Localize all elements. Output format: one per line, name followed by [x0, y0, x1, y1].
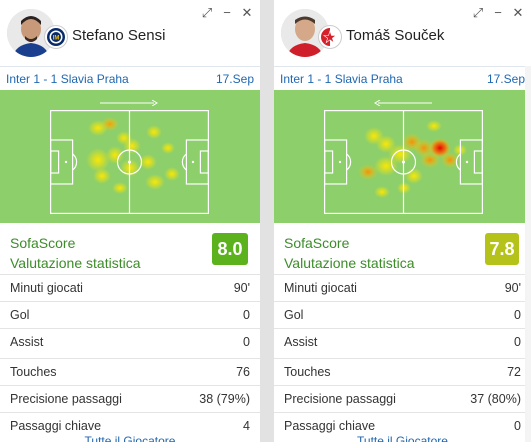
right-arrow-icon — [100, 100, 158, 106]
rating-title: SofaScore Valutazione statistica — [10, 233, 140, 273]
rating-subtitle: Valutazione statistica — [10, 255, 141, 271]
pitch-icon — [50, 110, 209, 214]
match-date: 17.Sep — [486, 71, 525, 86]
slavia-logo-icon — [318, 25, 342, 49]
heatmap — [274, 90, 531, 223]
stat-label: Minuti giocati — [284, 281, 357, 295]
player-name: Tomáš Souček — [346, 27, 445, 44]
scrollbar[interactable] — [525, 66, 531, 442]
close-icon[interactable]: ✕ — [241, 6, 253, 20]
card-header: Tomáš Souček ⤢ − ✕ — [274, 0, 531, 66]
left-arrow-icon — [374, 100, 432, 106]
stat-label: Passaggi chiave — [284, 419, 376, 433]
panel-gap — [260, 0, 274, 442]
stat-label: Assist — [284, 335, 318, 349]
svg-text:IM: IM — [53, 36, 60, 42]
stat-label: Assist — [10, 335, 44, 349]
rating-title: SofaScore Valutazione statistica — [284, 233, 414, 273]
sofascore-label: SofaScore — [10, 235, 76, 251]
match-link[interactable]: Inter 1 - 1 Slavia Praha 17.Sep — [0, 66, 260, 90]
stats-list: Minuti giocati 90' Gol 0 Assist 0 Touche… — [0, 274, 260, 439]
player-name: Stefano Sensi — [72, 27, 166, 44]
stat-row: Gol 0 — [0, 301, 260, 328]
minimize-icon[interactable]: − — [221, 6, 233, 20]
stat-row: Minuti giocati 90' — [274, 274, 531, 301]
stat-label: Touches — [10, 365, 57, 379]
stat-label: Passaggi chiave — [10, 419, 102, 433]
stat-label: Precisione passaggi — [10, 392, 122, 406]
window-controls: ⤢ − ✕ — [472, 6, 524, 20]
stat-row: Assist 0 — [0, 328, 260, 355]
match-title[interactable]: Inter 1 - 1 Slavia Praha — [6, 72, 129, 86]
stat-value: 72 — [507, 365, 521, 379]
all-player-stats-link[interactable]: Tutte il Giocatore — [0, 434, 260, 442]
match-link[interactable]: Inter 1 - 1 Slavia Praha 17.Sep — [274, 66, 531, 90]
rating-section: SofaScore Valutazione statistica 7.8 — [274, 225, 531, 275]
card-header: IM Stefano Sensi ⤢ − ✕ — [0, 0, 260, 66]
stat-label: Gol — [284, 308, 304, 322]
expand-icon[interactable]: ⤢ — [201, 6, 213, 20]
pitch-icon — [324, 110, 483, 214]
stat-row: Touches 76 — [0, 358, 260, 385]
window-controls: ⤢ − ✕ — [201, 6, 253, 20]
stat-value: 38 (79%) — [199, 392, 250, 406]
stat-value: 76 — [236, 365, 250, 379]
minimize-icon[interactable]: − — [492, 6, 504, 20]
stat-row: Assist 0 — [274, 328, 531, 355]
stat-value: 0 — [514, 308, 521, 322]
close-icon[interactable]: ✕ — [512, 6, 524, 20]
stat-value: 0 — [514, 335, 521, 349]
stats-list: Minuti giocati 90' Gol 0 Assist 0 Touche… — [274, 274, 531, 439]
expand-icon[interactable]: ⤢ — [472, 6, 484, 20]
stat-value: 0 — [243, 335, 250, 349]
stat-row: Touches 72 — [274, 358, 531, 385]
rating-subtitle: Valutazione statistica — [284, 255, 415, 271]
sofascore-label: SofaScore — [284, 235, 350, 251]
stat-row: Precisione passaggi 38 (79%) — [0, 385, 260, 412]
rating-badge: 8.0 — [212, 233, 248, 265]
stat-label: Precisione passaggi — [284, 392, 396, 406]
rating-badge: 7.8 — [485, 233, 519, 265]
stat-label: Gol — [10, 308, 30, 322]
stat-value: 4 — [243, 419, 250, 433]
stat-label: Touches — [284, 365, 331, 379]
player-card-soucek: Tomáš Souček ⤢ − ✕ Inter 1 - 1 Slavia Pr… — [274, 0, 531, 442]
stat-value: 90' — [233, 281, 250, 295]
match-date: 17.Sep — [215, 71, 254, 86]
inter-logo-icon: IM — [44, 25, 68, 49]
stat-row: Minuti giocati 90' — [0, 274, 260, 301]
stat-value: 0 — [243, 308, 250, 322]
rating-section: SofaScore Valutazione statistica 8.0 — [0, 225, 260, 275]
stat-label: Minuti giocati — [10, 281, 83, 295]
stat-row: Precisione passaggi 37 (80%) — [274, 385, 531, 412]
match-title[interactable]: Inter 1 - 1 Slavia Praha — [280, 72, 403, 86]
all-player-stats-link[interactable]: Tutte il Giocatore — [274, 434, 531, 442]
stat-row: Gol 0 — [274, 301, 531, 328]
stat-value: 0 — [514, 419, 521, 433]
player-card-sensi: IM Stefano Sensi ⤢ − ✕ Inter 1 - 1 Slavi… — [0, 0, 260, 442]
stat-value: 37 (80%) — [470, 392, 521, 406]
stat-value: 90' — [504, 281, 521, 295]
heatmap — [0, 90, 260, 223]
